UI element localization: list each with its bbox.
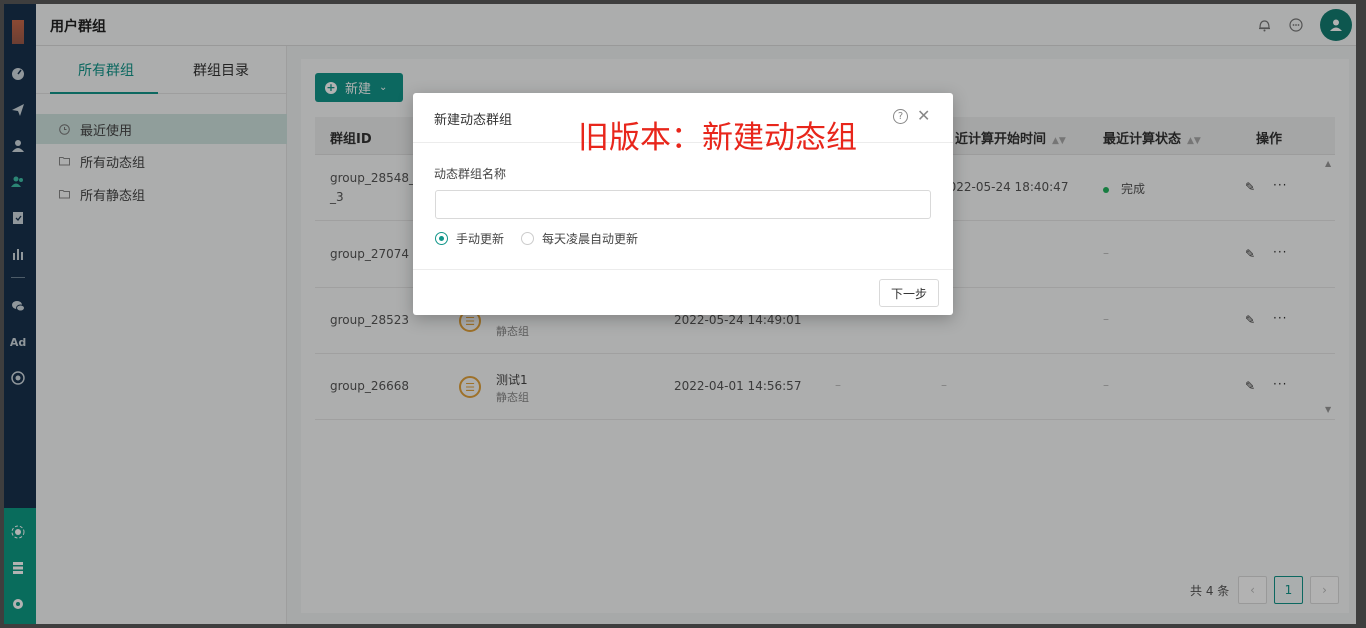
radio-checked-icon — [435, 232, 448, 245]
divider — [413, 269, 953, 270]
radio-unchecked-icon — [521, 232, 534, 245]
close-icon[interactable]: ✕ — [917, 106, 930, 125]
radio-label: 手动更新 — [456, 232, 505, 246]
radio-label: 每天凌晨自动更新 — [542, 232, 639, 246]
next-step-button[interactable]: 下一步 — [879, 279, 939, 307]
radio-auto-update[interactable]: 每天凌晨自动更新 — [521, 230, 638, 247]
group-name-label: 动态群组名称 — [434, 167, 507, 181]
annotation-text: 旧版本：新建动态组 — [578, 120, 857, 156]
dialog-title: 新建动态群组 — [434, 113, 513, 128]
radio-manual-update[interactable]: 手动更新 — [435, 230, 504, 247]
help-icon[interactable]: ? — [893, 109, 908, 124]
group-name-input[interactable] — [435, 190, 931, 219]
